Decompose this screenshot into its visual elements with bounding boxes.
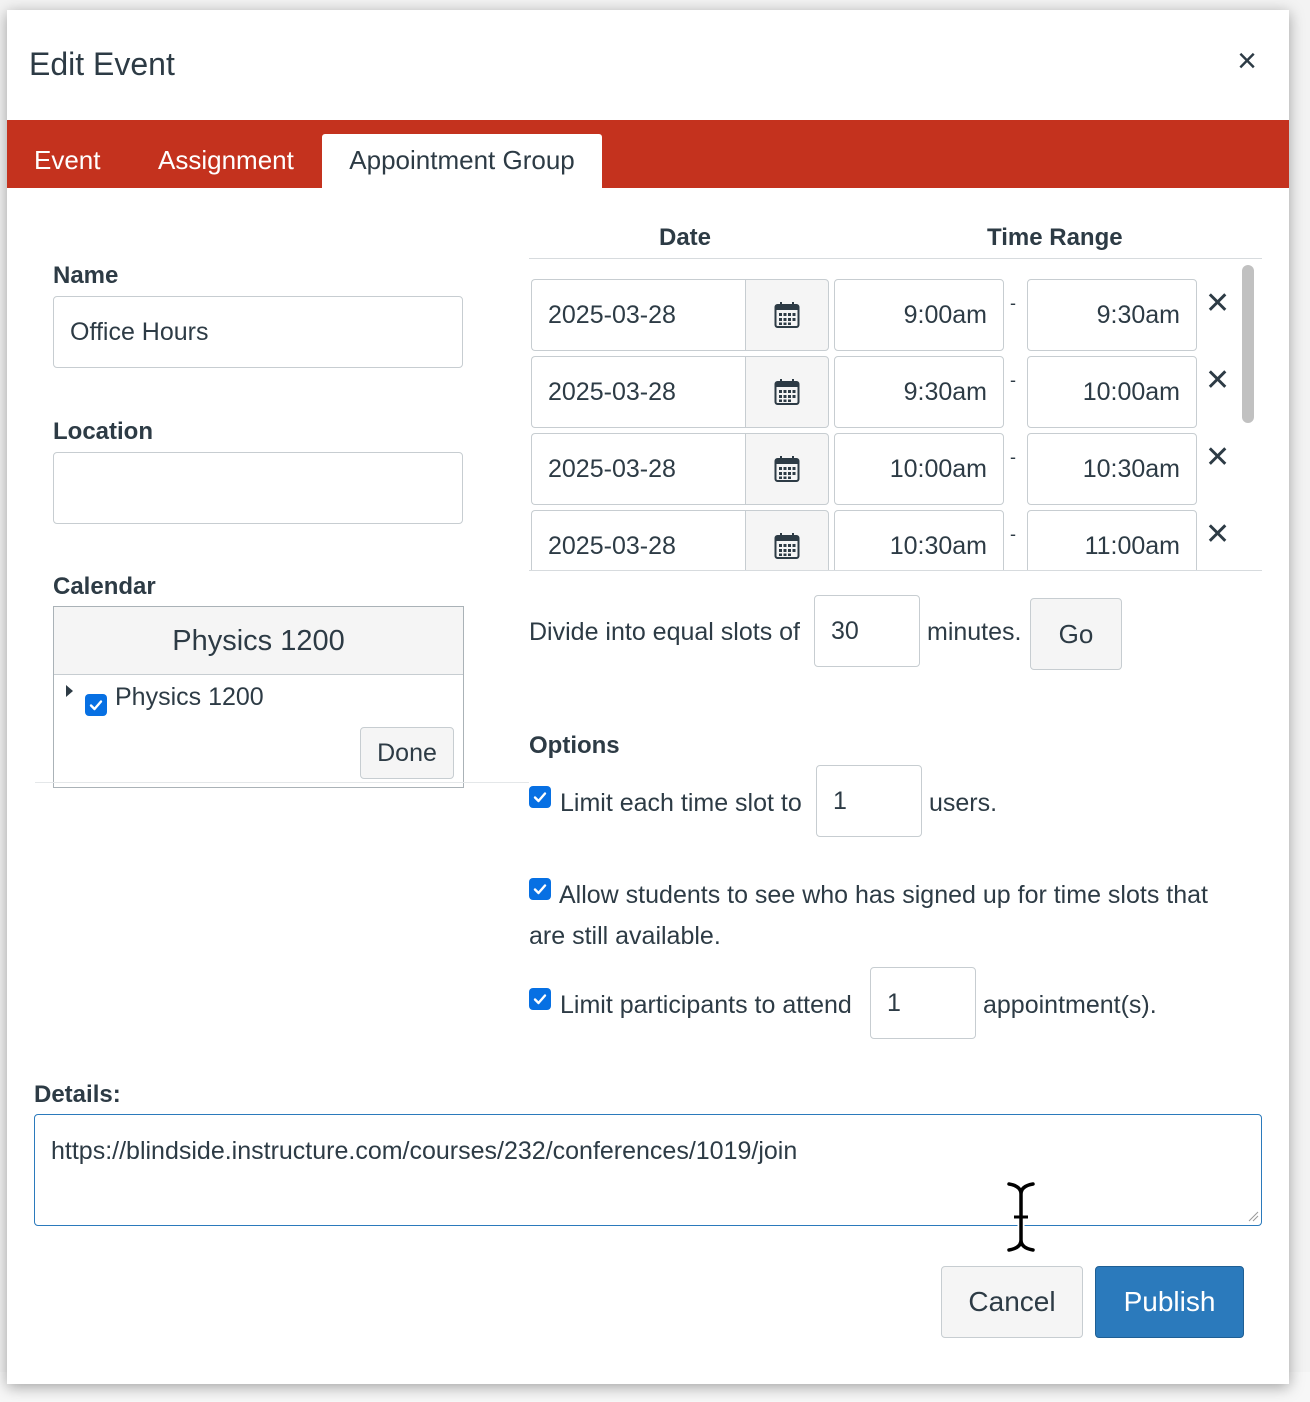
calendar-picker-button[interactable] [745,433,829,505]
slot-end-time-input[interactable]: 9:30am [1027,279,1197,351]
calendar-selector: Physics 1200 Physics 1200 Done [53,606,464,788]
slot-date-input[interactable]: 2025-03-28 [531,279,745,351]
time-separator: - [1010,524,1016,544]
slot-date-input[interactable]: 2025-03-28 [531,510,745,570]
slot-end-time-input[interactable]: 11:00am [1027,510,1197,570]
checkmark-icon [533,994,547,1005]
checkmark-icon [89,700,103,711]
divide-suffix-text: minutes. [927,618,1022,646]
tab-event[interactable]: Event [34,134,101,188]
calendar-icon [774,456,800,482]
time-separator: - [1010,293,1016,313]
allow-see-signups-text-line2: are still available. [529,922,721,950]
details-label: Details: [34,1081,121,1108]
calendar-item-label: Physics 1200 [115,683,264,711]
time-slot-list: 2025-03-28 9:00am - 9:30am ✕ 2025-03-28 … [529,259,1262,571]
time-slot-row: 2025-03-28 10:00am - 10:30am ✕ [529,433,1249,505]
time-slot-row: 2025-03-28 9:00am - 9:30am ✕ [529,279,1249,351]
checkmark-icon [533,884,547,895]
done-button[interactable]: Done [360,727,454,779]
remove-slot-icon[interactable]: ✕ [1205,443,1230,473]
remove-slot-icon[interactable]: ✕ [1205,366,1230,396]
calendar-item-checkbox[interactable] [85,694,107,716]
calendar-icon [774,533,800,559]
expand-triangle-icon[interactable] [66,685,73,697]
options-heading: Options [529,732,620,759]
time-slot-row: 2025-03-28 9:30am - 10:00am ✕ [529,356,1249,428]
slot-date-input[interactable]: 2025-03-28 [531,433,745,505]
slot-end-time-input[interactable]: 10:00am [1027,356,1197,428]
limit-participants-text: Limit participants to attend [560,991,852,1019]
slot-date-input[interactable]: 2025-03-28 [531,356,745,428]
limit-participants-input[interactable]: 1 [870,967,976,1039]
dialog-header: Edit Event × [7,10,1289,120]
location-label: Location [53,418,153,445]
slot-end-time-input[interactable]: 10:30am [1027,433,1197,505]
slots-scrollbar[interactable] [1242,265,1254,423]
tab-bar: Event Assignment Appointment Group [7,120,1289,190]
slot-start-time-input[interactable]: 10:30am [834,510,1004,570]
text-cursor-icon [1005,1180,1037,1254]
name-label: Name [53,262,119,289]
calendar-label: Calendar [53,573,156,600]
calendar-selected[interactable]: Physics 1200 [54,607,463,675]
calendar-picker-button[interactable] [745,510,829,570]
slot-start-time-input[interactable]: 9:00am [834,279,1004,351]
limit-slot-checkbox[interactable] [529,786,551,808]
date-column-header: Date [659,224,712,251]
time-separator: - [1010,447,1016,467]
time-slot-row: 2025-03-28 10:30am - 11:00am ✕ [529,510,1249,570]
dialog-title: Edit Event [29,46,175,82]
limit-participants-suffix-text: appointment(s). [983,991,1157,1019]
location-input[interactable] [53,452,463,524]
divider [35,782,529,783]
close-button[interactable]: × [1237,44,1257,78]
calendar-picker-button[interactable] [745,279,829,351]
limit-participants-checkbox[interactable] [529,988,551,1010]
limit-slot-users-input[interactable]: 1 [816,765,922,837]
allow-see-signups-text: Allow students to see who has signed up … [559,881,1208,909]
time-range-column-header: Time Range [987,224,1123,251]
limit-slot-suffix-text: users. [929,789,998,817]
go-button[interactable]: Go [1030,598,1122,670]
tab-appointment-group[interactable]: Appointment Group [322,134,602,190]
slot-minutes-input[interactable]: 30 [814,595,920,667]
cancel-button[interactable]: Cancel [941,1266,1083,1338]
checkmark-icon [533,792,547,803]
slot-start-time-input[interactable]: 10:00am [834,433,1004,505]
time-separator: - [1010,370,1016,390]
calendar-icon [774,302,800,328]
edit-event-dialog: Edit Event × Event Assignment Appointmen… [7,10,1289,1384]
remove-slot-icon[interactable]: ✕ [1205,289,1230,319]
resize-grip-icon[interactable] [1247,1210,1259,1222]
slot-start-time-input[interactable]: 9:30am [834,356,1004,428]
calendar-picker-button[interactable] [745,356,829,428]
remove-slot-icon[interactable]: ✕ [1205,520,1230,550]
calendar-icon [774,379,800,405]
divide-prefix-text: Divide into equal slots of [529,618,800,646]
tab-assignment[interactable]: Assignment [158,134,294,188]
limit-slot-text: Limit each time slot to [560,789,802,817]
publish-button[interactable]: Publish [1095,1266,1244,1338]
details-textarea[interactable]: https://blindside.instructure.com/course… [34,1114,1262,1226]
allow-see-signups-checkbox[interactable] [529,878,551,900]
name-input[interactable]: Office Hours [53,296,463,368]
